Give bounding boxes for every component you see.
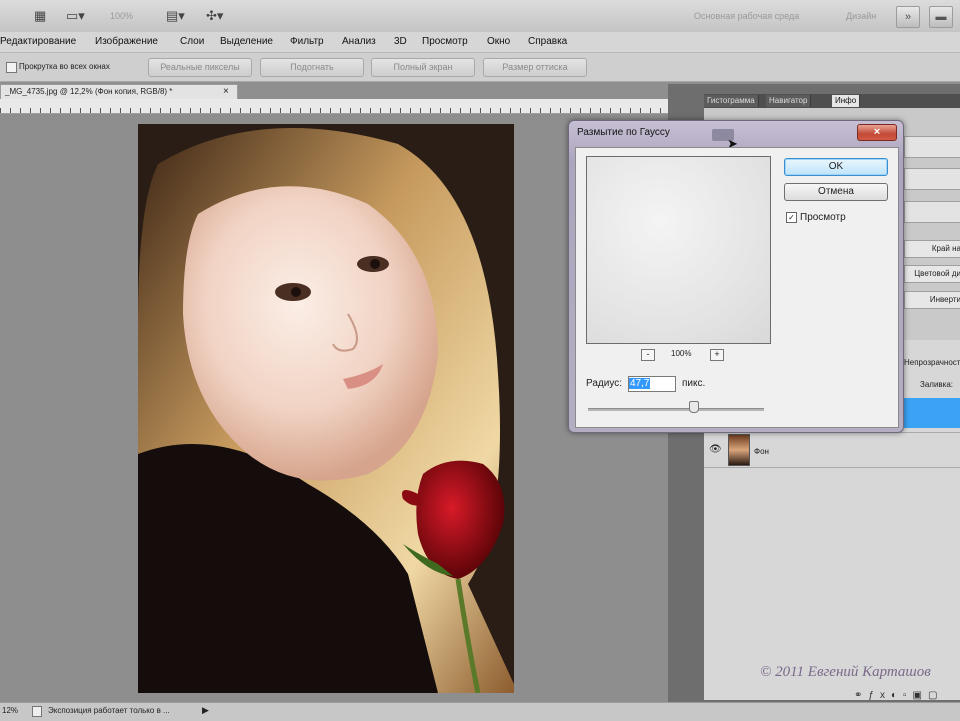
panel-button-2[interactable]: [904, 168, 960, 190]
menu-view[interactable]: Просмотр: [422, 36, 468, 47]
menu-help[interactable]: Справка: [528, 36, 567, 47]
scroll-all-label: Прокрутка во всех окнах: [19, 62, 110, 71]
menu-image[interactable]: Изображение: [95, 36, 158, 47]
preview-checkbox[interactable]: ✓: [786, 212, 797, 223]
tab-navigator[interactable]: Навигатор: [766, 95, 812, 107]
selected-layer-row[interactable]: [900, 398, 960, 428]
preview-zoom-label: 100%: [671, 349, 692, 358]
radius-input[interactable]: 47,7: [628, 376, 676, 392]
portrait-image: [138, 124, 514, 693]
document-title: _MG_4735.jpg @ 12,2% (Фон копия, RGB/8) …: [5, 87, 173, 96]
layer-name: Фон: [754, 447, 769, 456]
tab-histogram[interactable]: Гистограмма: [704, 95, 759, 107]
preview-label: Просмотр: [800, 212, 846, 223]
menu-layers[interactable]: Слои: [180, 36, 204, 47]
blur-preview[interactable]: [586, 156, 771, 344]
radius-unit-label: пикс.: [682, 378, 706, 389]
close-document-icon[interactable]: ×: [223, 85, 229, 99]
adjustment-color-button[interactable]: Цветовой ди: [904, 265, 960, 283]
document-tab[interactable]: _MG_4735.jpg @ 12,2% (Фон копия, RGB/8) …: [0, 84, 238, 99]
copyright-watermark: © 2011 Евгений Карташов: [760, 664, 931, 680]
zoom-level-display[interactable]: 100%: [110, 11, 133, 21]
panel-button-3[interactable]: [904, 201, 960, 223]
status-icon[interactable]: [32, 706, 42, 717]
status-message: Экспозиция работает только в ...: [48, 706, 170, 715]
opacity-label: Непрозрачность:: [904, 358, 960, 367]
radius-slider-thumb[interactable]: [688, 401, 699, 413]
fill-screen-button[interactable]: Полный экран: [371, 58, 475, 77]
design-label[interactable]: Дизайн: [846, 11, 876, 21]
menu-window[interactable]: Окно: [487, 36, 510, 47]
zoom-out-button[interactable]: -: [641, 349, 655, 361]
menu-3d[interactable]: 3D: [394, 36, 407, 47]
arrange-documents-icon[interactable]: ▤▾: [166, 8, 185, 24]
application-bar: ▦ ▭▾ 100% ▤▾ ✣▾ Основная рабочая среда Д…: [0, 0, 960, 33]
adjustment-edge-button[interactable]: Край на: [904, 240, 960, 258]
options-bar: Прокрутка во всех окнах Реальные пикселы…: [0, 53, 960, 82]
print-size-button[interactable]: Размер оттиска: [483, 58, 587, 77]
panel-tab-bar: Гистограмма Навигатор Инфо: [704, 94, 960, 108]
tab-info[interactable]: Инфо: [832, 95, 861, 107]
menu-filter[interactable]: Фильтр: [290, 36, 324, 47]
minimize-icon[interactable]: ▬: [929, 6, 953, 28]
zoom-in-button[interactable]: +: [710, 349, 724, 361]
dialog-title: Размытие по Гауссу: [577, 127, 670, 138]
radius-value: 47,7: [629, 378, 651, 389]
eye-icon[interactable]: 👁: [709, 444, 722, 455]
gaussian-blur-dialog: Размытие по Гауссу ➤ × - 100% + OK Отмен…: [568, 120, 904, 433]
menu-analysis[interactable]: Анализ: [342, 36, 376, 47]
fill-label: Заливка:: [920, 380, 954, 389]
dialog-body: - 100% + OK Отмена ✓ Просмотр Радиус: 47…: [575, 147, 899, 428]
menu-edit[interactable]: Редактирование: [0, 36, 76, 47]
radius-slider-track[interactable]: [588, 408, 764, 411]
layers-footer-icons[interactable]: ⚭ƒx◐▫▣▢: [854, 690, 943, 701]
screen-mode-icon[interactable]: ▦: [34, 8, 46, 24]
screen-mode-extras-icon[interactable]: ✣▾: [206, 8, 223, 24]
fit-screen-button[interactable]: Подогнать: [260, 58, 364, 77]
cancel-button[interactable]: Отмена: [784, 183, 888, 201]
scroll-all-checkbox[interactable]: [6, 62, 17, 73]
workspace-expand-icon[interactable]: »: [896, 6, 920, 28]
status-bar: 12% Экспозиция работает только в ... ▶: [0, 702, 960, 721]
layer-thumbnail: [728, 434, 750, 466]
status-arrow-icon[interactable]: ▶: [202, 705, 209, 716]
status-zoom[interactable]: 12%: [2, 706, 18, 715]
ok-button[interactable]: OK: [784, 158, 888, 176]
workspace-label[interactable]: Основная рабочая среда: [694, 11, 799, 21]
adjustment-invert-button[interactable]: Инверти: [904, 291, 960, 309]
menu-bar: Редактирование Изображение Слои Выделени…: [0, 32, 960, 53]
panel-button-1[interactable]: [904, 136, 960, 158]
radius-label: Радиус:: [586, 378, 622, 389]
document-photo[interactable]: [138, 124, 514, 693]
horizontal-ruler[interactable]: [0, 99, 668, 114]
view-extras-icon[interactable]: ▭▾: [66, 8, 85, 24]
close-dialog-button[interactable]: ×: [857, 124, 897, 141]
menu-select[interactable]: Выделение: [220, 36, 273, 47]
actual-pixels-button[interactable]: Реальные пикселы: [148, 58, 252, 77]
